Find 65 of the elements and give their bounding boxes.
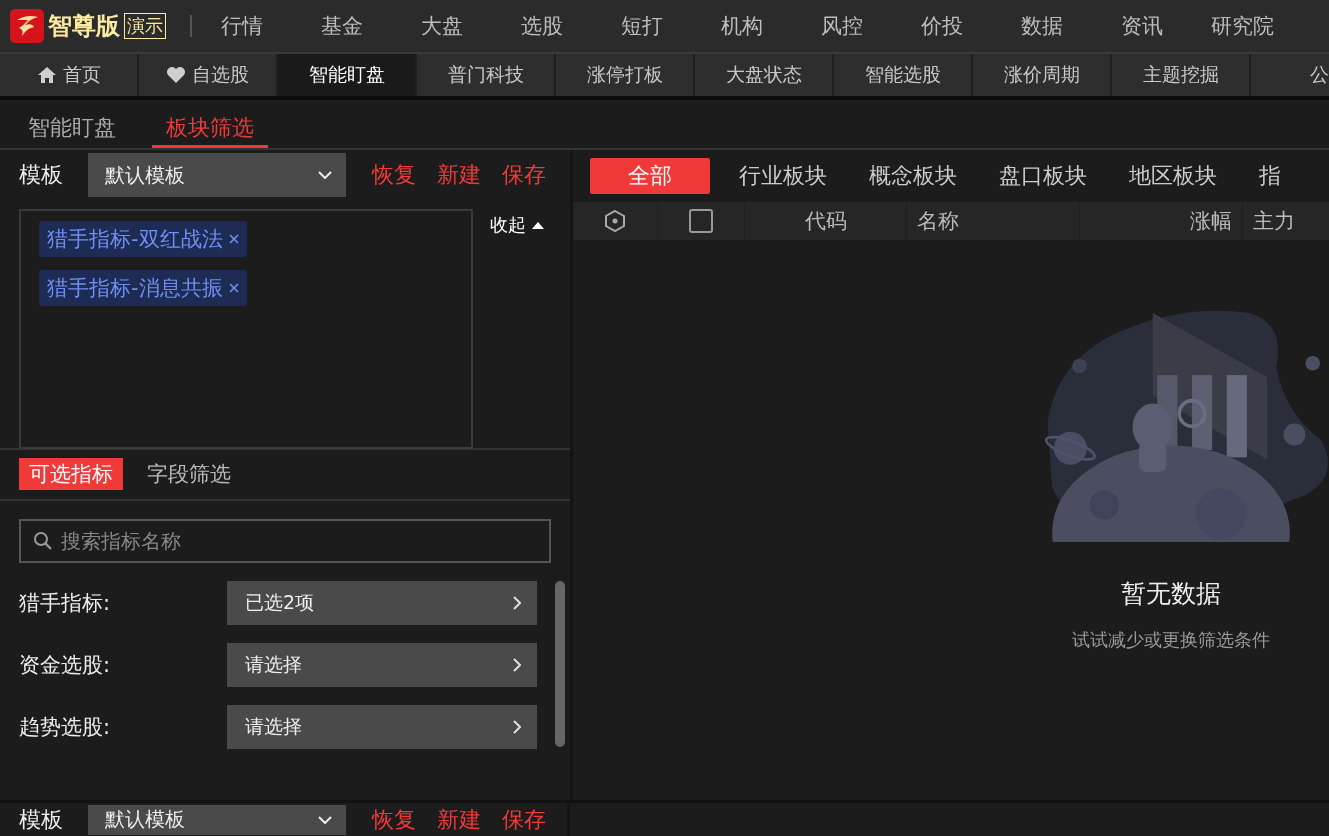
search-icon [33, 531, 53, 551]
template-select[interactable]: 默认模板 [88, 804, 346, 835]
logo-icon [10, 9, 44, 43]
menu-item[interactable]: 大盘 [392, 12, 492, 40]
category-tab[interactable]: 概念板块 [848, 158, 978, 194]
template-action-link[interactable]: 新建 [437, 160, 481, 190]
app-title: 智尊版 [48, 11, 120, 42]
chevron-right-icon [513, 596, 521, 610]
category-tab[interactable]: 盘口板块 [978, 158, 1108, 194]
template-action-link[interactable]: 保存 [502, 160, 546, 190]
menu-item[interactable]: 机构 [692, 12, 792, 40]
empty-hint: 试试减少或更换筛选条件 [1072, 628, 1270, 652]
menu-item[interactable]: 风控 [792, 12, 892, 40]
column-header[interactable]: 代码 [804, 207, 847, 235]
sub-tab[interactable]: 板块筛选 [152, 113, 268, 148]
template-select[interactable]: 默认模板 [88, 153, 346, 197]
column-header[interactable]: 涨幅 [1190, 207, 1232, 235]
menu-item[interactable]: 资讯 [1092, 12, 1192, 40]
nav-tab[interactable]: 智能盯盘 [278, 54, 417, 96]
sub-tab[interactable]: 智能盯盘 [14, 113, 130, 148]
chevron-right-icon [513, 658, 521, 672]
demo-badge: 演示 [124, 13, 166, 39]
filter-select[interactable]: 请选择 [227, 643, 537, 687]
column-header[interactable]: 主力 [1253, 207, 1295, 235]
indicator-tag: 猎手指标-消息共振 [39, 270, 247, 306]
category-tab[interactable]: 指 [1238, 158, 1302, 194]
template-action-link[interactable]: 恢复 [372, 160, 416, 190]
caret-up-icon [532, 221, 544, 229]
close-icon[interactable] [228, 234, 239, 244]
filter-tab[interactable]: 字段筛选 [137, 458, 241, 490]
filter-tab[interactable]: 可选指标 [19, 458, 123, 490]
menu-item[interactable]: 研究院 [1192, 12, 1292, 40]
menu-item[interactable]: 数据 [992, 12, 1092, 40]
filter-label: 猎手指标: [19, 590, 112, 617]
menu-item[interactable]: 选股 [492, 12, 592, 40]
template-action-link[interactable]: 恢复 [372, 804, 416, 835]
template-action-link[interactable]: 保存 [502, 804, 546, 835]
template-action-link[interactable]: 新建 [437, 804, 481, 835]
template-label: 模板 [19, 161, 64, 189]
menu-item[interactable]: 基金 [292, 12, 392, 40]
close-icon[interactable] [228, 283, 239, 293]
filter-select[interactable]: 已选2项 [227, 581, 537, 625]
filter-label: 趋势选股: [19, 714, 112, 741]
menu-item[interactable]: 短打 [592, 12, 692, 40]
filter-label: 资金选股: [19, 652, 112, 679]
template-label: 模板 [19, 805, 64, 834]
category-tab[interactable]: 地区板块 [1108, 158, 1238, 194]
search-field[interactable]: 搜索指标名称 [19, 519, 551, 563]
hexagon-icon[interactable] [604, 209, 626, 233]
column-header[interactable]: 名称 [917, 207, 959, 235]
select-all-checkbox[interactable] [689, 209, 713, 233]
empty-title: 暂无数据 [1121, 578, 1221, 610]
category-tab[interactable]: 全部 [590, 158, 710, 194]
indicator-tag: 猎手指标-双红战法 [39, 221, 247, 257]
heart-icon [166, 66, 186, 84]
category-tab[interactable]: 行业板块 [718, 158, 848, 194]
menu-item[interactable]: 价投 [892, 12, 992, 40]
scrollbar[interactable] [555, 581, 565, 747]
filter-select[interactable]: 请选择 [227, 705, 537, 749]
collapse-button[interactable]: 收起 [490, 209, 544, 241]
chevron-down-icon [318, 171, 332, 179]
chevron-down-icon [318, 815, 332, 824]
menu-item[interactable]: 行情 [192, 12, 292, 40]
home-icon [36, 66, 57, 84]
chevron-right-icon [513, 720, 521, 734]
